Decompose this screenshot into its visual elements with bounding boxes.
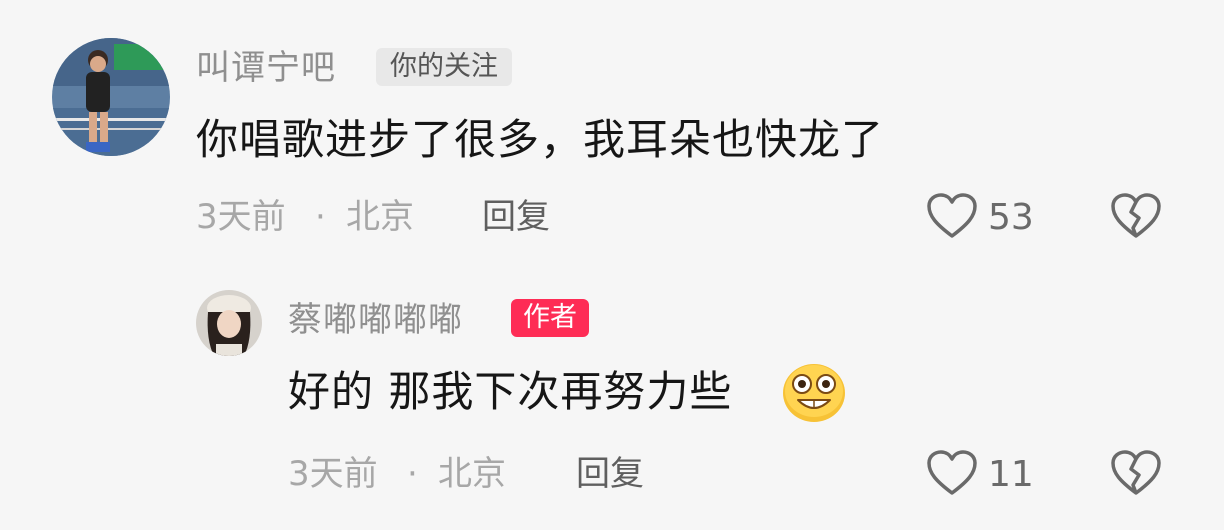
avatar[interactable] — [52, 38, 170, 156]
comment-text: 你唱歌进步了很多，我耳朵也快龙了 — [196, 115, 885, 164]
username[interactable]: 蔡嘟嘟嘟嘟 — [288, 300, 463, 340]
comment-time: 3天前 — [196, 197, 286, 237]
avatar-badminton-player-icon — [52, 38, 170, 156]
reply-button[interactable]: 回复 — [576, 454, 644, 494]
dislike-broken-heart-icon[interactable] — [1110, 192, 1162, 240]
heart-icon[interactable] — [926, 449, 978, 497]
username[interactable]: 叫谭宁吧 — [196, 48, 336, 88]
grinning-emoji-icon — [782, 362, 846, 424]
like-count: 53 — [988, 197, 1034, 238]
heart-icon[interactable] — [926, 192, 978, 240]
meta-separator: · — [407, 454, 418, 494]
author-badge: 作者 — [511, 299, 589, 337]
like-count: 11 — [988, 454, 1034, 495]
reply-button[interactable]: 回复 — [482, 197, 550, 237]
avatar-woman-hat-icon — [196, 290, 262, 356]
following-badge: 你的关注 — [376, 48, 512, 86]
dislike-broken-heart-icon[interactable] — [1110, 449, 1162, 497]
comment-location: 北京 — [438, 454, 506, 494]
comment-time: 3天前 — [288, 454, 378, 494]
avatar[interactable] — [196, 290, 262, 356]
comment-text: 好的 那我下次再努力些 — [288, 367, 733, 416]
meta-separator: · — [315, 197, 326, 237]
comment-location: 北京 — [346, 197, 414, 237]
